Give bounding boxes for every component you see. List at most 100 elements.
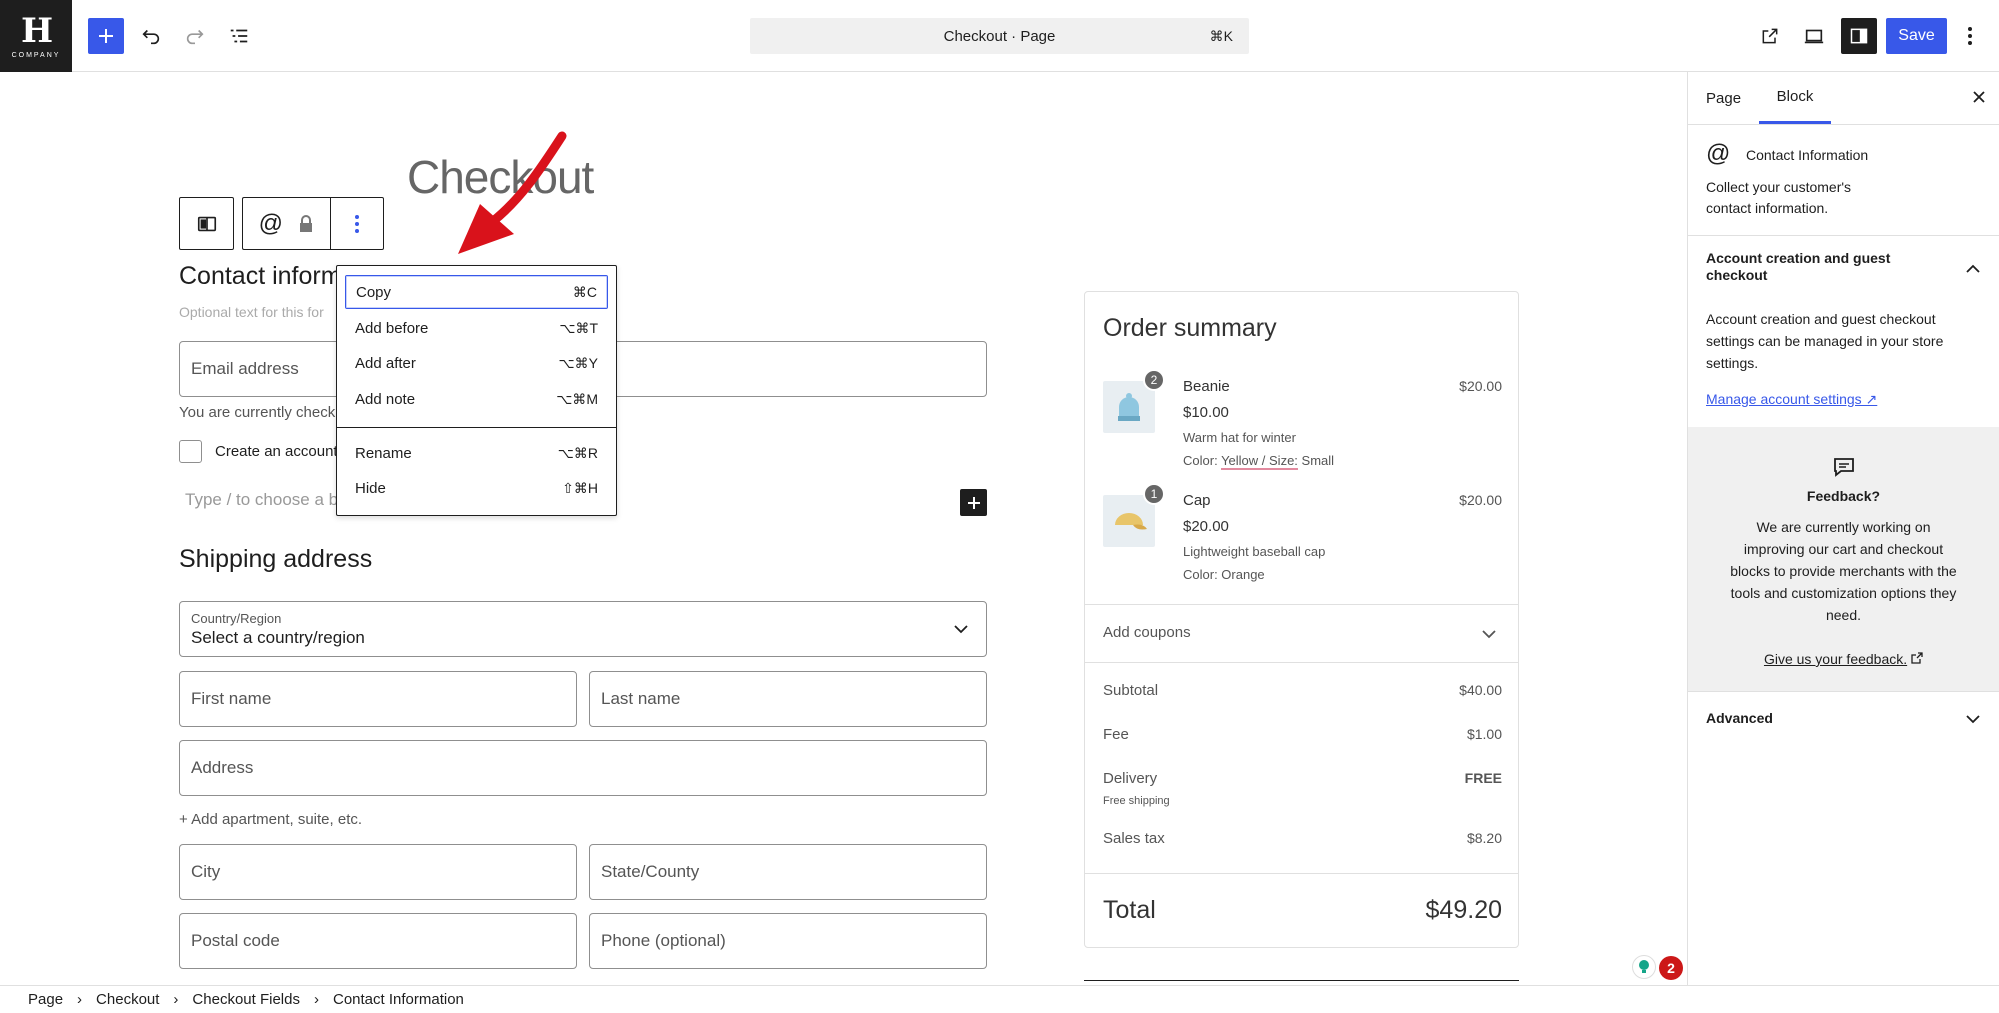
- undo-icon: [142, 29, 160, 45]
- create-account-checkbox[interactable]: [179, 440, 202, 463]
- feedback-text-line: blocks to provide merchants with the: [1730, 563, 1957, 579]
- at-sign-icon: @: [1706, 140, 1731, 167]
- attr-label: Color:: [1183, 453, 1218, 468]
- menu-shortcut: ⌥⌘T: [559, 319, 598, 336]
- menu-item-hide[interactable]: Hide ⇧⌘H: [345, 471, 608, 505]
- item-line-total: $20.00: [1459, 378, 1502, 394]
- menu-item-rename[interactable]: Rename ⌥⌘R: [345, 436, 608, 470]
- city-placeholder: City: [191, 862, 221, 881]
- menu-item-copy[interactable]: Copy ⌘C: [345, 275, 608, 309]
- feedback-link-row: Give us your feedback.: [1688, 649, 1999, 670]
- add-block-button[interactable]: [88, 18, 124, 54]
- item-name: Beanie: [1183, 378, 1230, 395]
- total-value: $49.20: [1425, 896, 1502, 924]
- phone-field[interactable]: Phone (optional): [589, 913, 987, 969]
- add-coupons-toggle[interactable]: Add coupons: [1103, 624, 1191, 641]
- breadcrumb-item[interactable]: Page: [28, 991, 63, 1008]
- email-placeholder: Email address: [191, 359, 299, 378]
- sales-tax-label: Sales tax: [1103, 830, 1165, 847]
- desktop-icon: [1804, 29, 1824, 44]
- city-field[interactable]: City: [179, 844, 577, 900]
- divider: [1085, 662, 1518, 663]
- close-icon: [1973, 91, 1985, 103]
- menu-label: Rename: [355, 444, 412, 462]
- tab-page[interactable]: Page: [1706, 72, 1741, 124]
- last-name-field[interactable]: Last name: [589, 671, 987, 727]
- divider: [1688, 691, 1999, 692]
- close-sidebar-button[interactable]: [1971, 89, 1987, 110]
- site-logo[interactable]: H COMPANY: [0, 0, 72, 72]
- inline-add-block-button[interactable]: [960, 489, 987, 516]
- menu-shortcut: ⇧⌘H: [562, 479, 598, 496]
- account-text-line: settings can be managed in your store: [1706, 333, 1944, 349]
- menu-label: Add note: [355, 390, 416, 408]
- view-page-button[interactable]: [1752, 18, 1788, 54]
- redo-button[interactable]: [177, 18, 213, 54]
- item-line-total: $20.00: [1459, 492, 1502, 508]
- block-appender-placeholder[interactable]: Type / to choose a bl: [185, 490, 342, 510]
- notification-count-badge[interactable]: 2: [1659, 956, 1683, 980]
- tab-block[interactable]: Block: [1759, 72, 1831, 124]
- phone-placeholder: Phone (optional): [601, 931, 726, 950]
- menu-label: Add after: [355, 354, 416, 372]
- block-options-button[interactable]: [330, 197, 384, 250]
- feedback-text-line: tools and customization options they: [1730, 585, 1957, 601]
- plus-icon: [967, 496, 980, 509]
- breadcrumb-item[interactable]: Checkout: [96, 991, 159, 1008]
- give-feedback-link[interactable]: Give us your feedback.: [1764, 651, 1907, 667]
- advanced-panel-title[interactable]: Advanced: [1706, 708, 1773, 729]
- add-apartment-link[interactable]: + Add apartment, suite, etc.: [179, 811, 362, 828]
- country-select[interactable]: Country/Region Select a country/region: [179, 601, 987, 657]
- logo-text: COMPANY: [11, 51, 61, 59]
- quantity-badge: 2: [1143, 369, 1165, 391]
- postal-code-field[interactable]: Postal code: [179, 913, 577, 969]
- options-menu-button[interactable]: [1955, 18, 1985, 54]
- state-field[interactable]: State/County: [589, 844, 987, 900]
- item-attributes: Color: Yellow / Size: Small: [1183, 453, 1334, 470]
- lock-icon: [300, 214, 313, 232]
- more-vertical-icon: [355, 214, 359, 233]
- undo-button[interactable]: [133, 18, 169, 54]
- save-button[interactable]: Save: [1886, 18, 1947, 54]
- order-summary-block[interactable]: Order summary 2 Beanie $20.00 $10.00 War…: [1084, 291, 1519, 948]
- settings-toggle-button[interactable]: [1841, 18, 1877, 54]
- account-text-line: settings.: [1706, 355, 1759, 371]
- parent-block-button[interactable]: [179, 197, 234, 250]
- create-account-label: Create an account: [215, 443, 338, 460]
- grammar-assistant-button[interactable]: [1632, 955, 1656, 979]
- block-type-button[interactable]: @: [242, 197, 330, 250]
- feedback-text-line: need.: [1825, 607, 1862, 623]
- menu-item-add-after[interactable]: Add after ⌥⌘Y: [345, 346, 608, 380]
- menu-item-add-before[interactable]: Add before ⌥⌘T: [345, 311, 608, 345]
- menu-shortcut: ⌥⌘M: [556, 390, 598, 407]
- block-toolbar: @: [179, 197, 384, 250]
- breadcrumb-item[interactable]: Checkout Fields: [192, 991, 300, 1008]
- address-field[interactable]: Address: [179, 740, 987, 796]
- item-description: Warm hat for winter: [1183, 430, 1296, 445]
- menu-shortcut: ⌥⌘Y: [558, 354, 598, 371]
- account-text-line: Account creation and guest checkout: [1706, 311, 1936, 327]
- address-placeholder: Address: [191, 758, 254, 777]
- breadcrumb-item-current: Contact Information: [332, 991, 464, 1008]
- preview-button[interactable]: [1796, 18, 1832, 54]
- subtotal-label: Subtotal: [1103, 682, 1159, 699]
- command-shortcut: ⌘K: [1209, 28, 1233, 44]
- command-palette-bar[interactable]: Checkout · Page ⌘K: [750, 18, 1249, 54]
- chevron-down-icon: [954, 625, 968, 634]
- item-price: $20.00: [1183, 518, 1229, 535]
- account-panel-title-line: Account creation and guest: [1706, 250, 1891, 266]
- divider: [1085, 604, 1518, 605]
- feedback-title: Feedback?: [1806, 488, 1881, 504]
- account-panel-title[interactable]: Account creation and guest checkout: [1706, 250, 1890, 284]
- menu-item-add-note[interactable]: Add note ⌥⌘M: [345, 382, 608, 416]
- document-overview-button[interactable]: [221, 18, 257, 54]
- postal-placeholder: Postal code: [191, 931, 280, 950]
- shipping-section-title[interactable]: Shipping address: [179, 545, 372, 574]
- fee-label: Fee: [1103, 726, 1129, 743]
- contact-hint[interactable]: Optional text for this for: [179, 304, 324, 320]
- delivery-label: Delivery: [1103, 770, 1158, 787]
- first-name-field[interactable]: First name: [179, 671, 577, 727]
- contact-section-title[interactable]: Contact inform: [179, 262, 342, 291]
- account-panel-title-line: checkout: [1706, 267, 1768, 283]
- manage-account-settings-link[interactable]: Manage account settings ↗: [1706, 389, 1877, 410]
